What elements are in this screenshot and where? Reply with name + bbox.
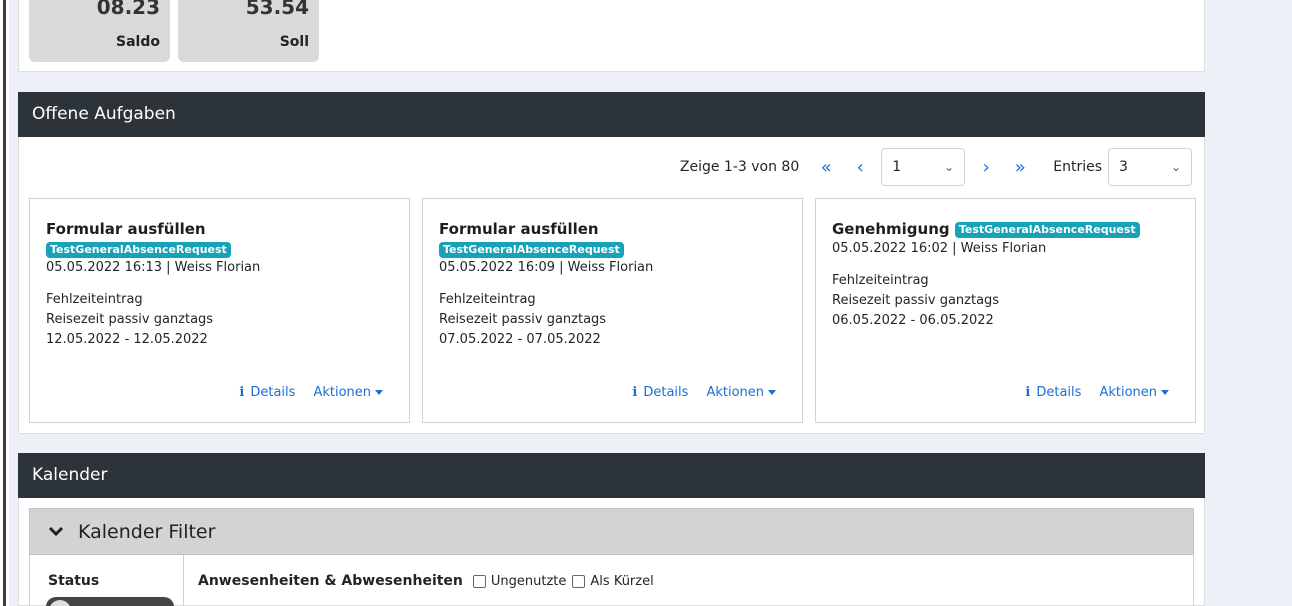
filter-title: Kalender Filter xyxy=(78,520,216,543)
toggle-knob xyxy=(49,600,71,606)
task-meta: 05.05.2022 16:09 | Weiss Florian xyxy=(439,260,654,275)
page-select[interactable]: 1 ⌄ xyxy=(881,148,966,186)
task-desc-line: Reisezeit passiv ganztags xyxy=(439,312,607,327)
stat-value: 53.54 xyxy=(245,0,309,19)
stats-panel: 08.23 Saldo 53.54 Soll xyxy=(18,0,1205,72)
caret-down-icon xyxy=(1161,390,1169,395)
calendar-filter-toggle[interactable]: Kalender Filter xyxy=(29,508,1194,555)
task-title: Genehmigung xyxy=(832,220,950,238)
details-link[interactable]: i Details xyxy=(239,385,295,400)
stat-label: Saldo xyxy=(116,34,160,50)
checkbox-label: Als Kürzel xyxy=(590,573,654,589)
next-page-icon[interactable]: › xyxy=(969,157,1003,178)
checkbox-box[interactable] xyxy=(572,574,586,588)
task-actions: i Details Aktionen xyxy=(1025,385,1169,400)
task-title: Formular ausfüllen xyxy=(46,220,206,238)
task-desc-line: Fehlzeiteintrag xyxy=(832,273,929,288)
task-desc-line: Fehlzeiteintrag xyxy=(46,292,143,307)
task-description: Fehlzeiteintrag Reisezeit passiv ganztag… xyxy=(439,290,786,350)
chevron-down-icon: ⌄ xyxy=(1170,160,1181,174)
task-description: Fehlzeiteintrag Reisezeit passiv ganztag… xyxy=(46,290,393,350)
task-card: Formular ausfüllen TestGeneralAbsenceReq… xyxy=(422,198,803,423)
caret-down-icon xyxy=(768,390,776,395)
stat-saldo: 08.23 Saldo xyxy=(29,0,170,62)
task-type-badge: TestGeneralAbsenceRequest xyxy=(46,241,231,258)
task-desc-line: 07.05.2022 - 07.05.2022 xyxy=(439,332,601,347)
right-margin xyxy=(1214,0,1292,606)
attendance-row: Anwesenheiten & Abwesenheiten Ungenutzte… xyxy=(198,573,660,589)
checkbox-label: Ungenutzte xyxy=(490,573,567,589)
status-column: Status xyxy=(30,555,184,606)
task-type-badge: TestGeneralAbsenceRequest xyxy=(954,221,1140,238)
section-title: Offene Aufgaben xyxy=(32,104,176,124)
open-tasks-header: Offene Aufgaben xyxy=(18,92,1205,137)
entries-select[interactable]: 3 ⌄ xyxy=(1108,148,1192,186)
task-card: Formular ausfüllen TestGeneralAbsenceReq… xyxy=(29,198,410,423)
details-label: Details xyxy=(250,385,296,400)
left-edge-border xyxy=(0,0,6,606)
calendar-header: Kalender xyxy=(18,453,1205,498)
page-select-value: 1 xyxy=(892,159,902,175)
actions-label: Aktionen xyxy=(313,385,371,400)
pagination: Zeige 1-3 von 80 « ‹ 1 ⌄ › » Entries 3 ⌄ xyxy=(680,147,1192,187)
stat-label: Soll xyxy=(279,34,309,50)
filter-body: Status Anwesenheiten & Abwesenheiten Ung… xyxy=(29,555,1194,606)
pagination-info: Zeige 1-3 von 80 xyxy=(679,159,800,175)
info-icon: i xyxy=(1025,385,1031,400)
section-title: Kalender xyxy=(32,465,108,485)
details-label: Details xyxy=(1036,385,1082,400)
task-actions: i Details Aktionen xyxy=(632,385,776,400)
stat-soll: 53.54 Soll xyxy=(178,0,319,62)
actions-dropdown[interactable]: Aktionen xyxy=(706,385,776,400)
task-desc-line: Reisezeit passiv ganztags xyxy=(46,312,214,327)
task-title: Formular ausfüllen xyxy=(439,220,599,238)
entries-select-value: 3 xyxy=(1119,159,1128,175)
details-link[interactable]: i Details xyxy=(1025,385,1081,400)
task-desc-line: Fehlzeiteintrag xyxy=(439,292,536,307)
task-desc-line: 12.05.2022 - 12.05.2022 xyxy=(46,332,208,347)
last-page-icon[interactable]: » xyxy=(1003,157,1037,178)
chevron-down-icon: ⌄ xyxy=(944,160,955,174)
task-description: Fehlzeiteintrag Reisezeit passiv ganztag… xyxy=(832,271,1179,331)
info-icon: i xyxy=(632,385,638,400)
task-meta: 05.05.2022 16:02 | Weiss Florian xyxy=(832,241,1047,256)
task-title-row: Genehmigung TestGeneralAbsenceRequest xyxy=(832,219,1179,239)
chevron-down-icon xyxy=(48,521,64,543)
first-page-icon[interactable]: « xyxy=(809,157,843,178)
calendar-panel: Kalender Filter Status Anwesenheiten & A… xyxy=(18,498,1205,606)
task-desc-line: 06.05.2022 - 06.05.2022 xyxy=(832,313,994,328)
caret-down-icon xyxy=(375,390,383,395)
stat-value: 08.23 xyxy=(96,0,160,19)
details-label: Details xyxy=(643,385,689,400)
status-toggle[interactable] xyxy=(46,597,174,606)
entries-label: Entries xyxy=(1053,159,1102,175)
task-actions: i Details Aktionen xyxy=(239,385,383,400)
task-card: Genehmigung TestGeneralAbsenceRequest 05… xyxy=(815,198,1196,423)
unused-checkbox[interactable]: Ungenutzte xyxy=(472,573,567,589)
details-link[interactable]: i Details xyxy=(632,385,688,400)
prev-page-icon[interactable]: ‹ xyxy=(843,157,877,178)
short-checkbox[interactable]: Als Kürzel xyxy=(572,573,654,589)
actions-dropdown[interactable]: Aktionen xyxy=(313,385,383,400)
open-tasks-panel: Zeige 1-3 von 80 « ‹ 1 ⌄ › » Entries 3 ⌄… xyxy=(18,137,1205,434)
task-type-badge: TestGeneralAbsenceRequest xyxy=(439,241,624,258)
attendance-label: Anwesenheiten & Abwesenheiten xyxy=(198,573,463,589)
actions-label: Aktionen xyxy=(706,385,764,400)
status-label: Status xyxy=(48,573,100,589)
actions-dropdown[interactable]: Aktionen xyxy=(1099,385,1169,400)
checkbox-box[interactable] xyxy=(472,574,486,588)
task-desc-line: Reisezeit passiv ganztags xyxy=(832,293,1000,308)
actions-label: Aktionen xyxy=(1099,385,1157,400)
info-icon: i xyxy=(239,385,245,400)
task-meta: 05.05.2022 16:13 | Weiss Florian xyxy=(46,260,261,275)
